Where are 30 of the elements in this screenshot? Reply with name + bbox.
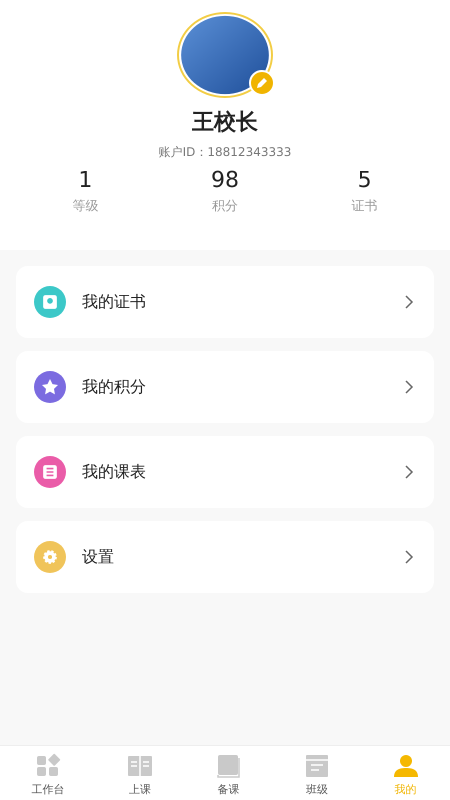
edit-icon[interactable] [249, 70, 275, 96]
person-icon [392, 752, 419, 779]
stat-label: 证书 [350, 198, 379, 216]
stat-value: 1 [77, 169, 94, 194]
chevron-right-icon [404, 549, 414, 565]
avatar[interactable] [177, 12, 273, 98]
account-id: 账户ID：18812343333 [158, 144, 292, 161]
chevron-right-icon [404, 464, 414, 480]
stat-label: 积分 [211, 198, 239, 216]
user-name: 王校长 [192, 109, 258, 137]
menu-label: 我的课表 [82, 461, 147, 483]
stat-value: 5 [356, 169, 373, 194]
menu-item[interactable]: 我的积分 [16, 351, 434, 423]
tab[interactable]: 上课 [96, 746, 184, 800]
tab[interactable]: 班级 [272, 746, 362, 800]
stat-label: 等级 [71, 198, 100, 216]
menu-item[interactable]: 我的证书 [16, 266, 434, 338]
menu-label: 设置 [82, 546, 115, 568]
board-icon [304, 752, 330, 779]
stat-value: 98 [210, 169, 240, 194]
chevron-right-icon [404, 294, 414, 310]
menu-item[interactable]: 设置 [16, 521, 434, 593]
notebook-icon [215, 752, 242, 779]
menu-label: 我的积分 [82, 376, 147, 398]
grid-icon [34, 752, 61, 779]
menu-item[interactable]: 我的课表 [16, 436, 434, 508]
menu-label: 我的证书 [82, 291, 147, 313]
tab[interactable]: 备课 [184, 746, 273, 800]
chevron-right-icon [404, 379, 414, 395]
tab[interactable]: 工作台 [0, 746, 96, 800]
